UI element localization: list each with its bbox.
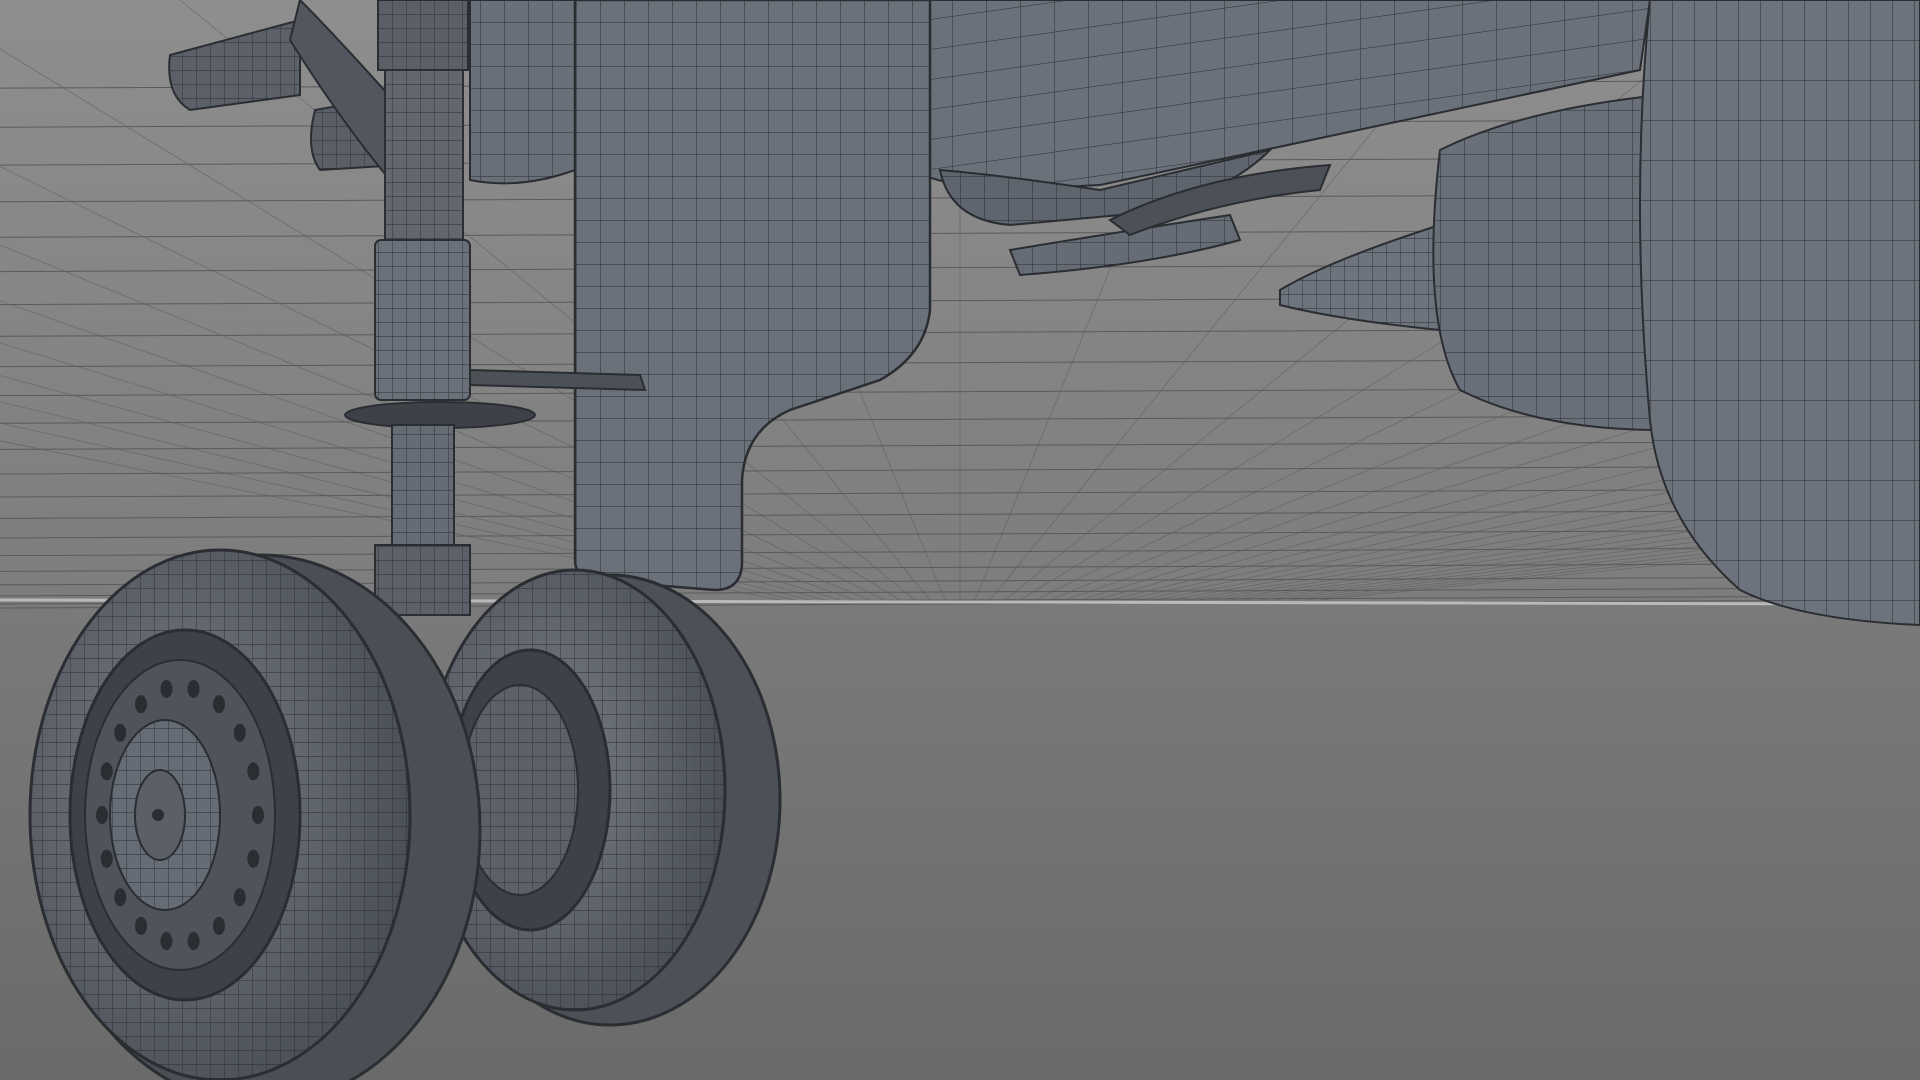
hub-bolt (96, 806, 108, 824)
hub-bolt (160, 932, 173, 951)
hub-bolt (233, 888, 246, 907)
hub-bolt (135, 916, 147, 935)
hub-bolt (114, 723, 127, 742)
hub-bolt (233, 723, 246, 742)
wireframe-scene[interactable] (0, 0, 1920, 1080)
jet-engine-nacelle-rear (1432, 93, 1661, 432)
hub-bolt (247, 762, 260, 781)
hub-bolt (114, 888, 127, 907)
hub-bolt (247, 849, 260, 868)
3d-viewport[interactable] (0, 0, 1920, 1080)
hub-bolt (135, 695, 147, 714)
hub-bolt (252, 806, 264, 824)
hub-bolt (160, 679, 173, 698)
hub-bolt (100, 762, 113, 781)
hub-bolt (187, 679, 200, 698)
main-wheel-front (28, 548, 482, 1080)
hub-bolt (213, 916, 225, 935)
hub-bolt (187, 932, 200, 951)
hub-bolt (213, 695, 225, 714)
hub-bolt (100, 849, 113, 868)
